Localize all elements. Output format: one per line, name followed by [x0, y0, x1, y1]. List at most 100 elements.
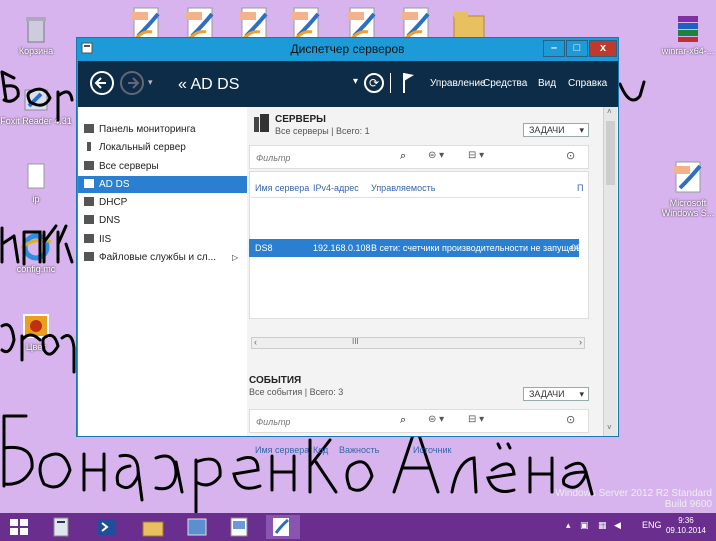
- taskbar-app[interactable]: [182, 515, 216, 539]
- save-query-icon[interactable]: ⊟ ▾: [468, 414, 484, 425]
- minimize-button[interactable]: –: [543, 40, 565, 57]
- sidebar-item-dns[interactable]: DNS: [78, 212, 247, 229]
- scroll-up-icon[interactable]: ˄: [607, 107, 612, 116]
- header-divider: [390, 73, 391, 93]
- events-table: [249, 435, 589, 436]
- sidebar-item-file-services[interactable]: Файловые службы и сл... ▷: [78, 249, 247, 266]
- search-icon[interactable]: ⌕: [400, 150, 406, 163]
- scroll-right-icon[interactable]: ›: [579, 337, 582, 347]
- servers-tasks-dropdown[interactable]: ЗАДАЧИ ▾: [523, 123, 589, 137]
- refresh-button[interactable]: ⟳: [364, 73, 384, 93]
- events-filter-bar: ⌕ ⊜ ▾ ⊟ ▾ ⊙: [249, 409, 589, 433]
- expand-panel-icon[interactable]: ⊙: [566, 413, 575, 426]
- sidebar-item-label: AD DS: [99, 179, 130, 190]
- scroll-thumb[interactable]: [606, 121, 615, 185]
- servers-icon: [84, 161, 94, 170]
- recycle-bin-desktop-icon[interactable]: Корзина: [0, 14, 72, 56]
- config-desktop-icon[interactable]: config.mc: [0, 232, 72, 274]
- start-button[interactable]: [4, 515, 38, 539]
- taskbar-explorer[interactable]: [138, 515, 172, 539]
- taskbar-pdf[interactable]: [266, 515, 300, 539]
- column-header-manageability[interactable]: Управляемость: [371, 183, 435, 193]
- window-titlebar[interactable]: Диспетчер серверов – □ x: [77, 38, 618, 60]
- back-button[interactable]: [90, 71, 114, 95]
- events-tasks-dropdown[interactable]: ЗАДАЧИ ▾: [523, 387, 589, 401]
- menu-help[interactable]: Справка: [568, 78, 607, 89]
- dhcp-icon: [84, 197, 94, 206]
- volume-icon[interactable]: ◀: [614, 520, 621, 531]
- column-header-severity[interactable]: Важность: [339, 445, 379, 455]
- sidebar-item-iis[interactable]: IIS: [78, 231, 247, 248]
- close-button[interactable]: x: [589, 40, 617, 57]
- column-header-extra[interactable]: П: [577, 183, 583, 193]
- scroll-grip-icon[interactable]: III: [352, 337, 359, 346]
- clock[interactable]: 9:36 09.10.2014: [666, 516, 706, 536]
- dashboard-icon: [84, 124, 94, 133]
- arrow-left-icon: [94, 77, 106, 89]
- expand-panel-icon[interactable]: ⊙: [566, 149, 575, 162]
- column-header-server-name[interactable]: Имя сервера: [255, 183, 309, 193]
- tray-expand-icon[interactable]: ▴: [566, 520, 571, 531]
- desktop-icon-label: Цвет: [25, 342, 47, 352]
- iis-icon: [84, 234, 94, 243]
- list-options-icon[interactable]: ⊜ ▾: [428, 414, 444, 425]
- ip-file-desktop-icon[interactable]: ip: [0, 162, 72, 204]
- sidebar-item-label: DNS: [99, 215, 121, 226]
- notifications-flag-icon[interactable]: [402, 71, 416, 95]
- color-image-desktop-icon[interactable]: Цвет: [0, 312, 72, 352]
- events-filter-input[interactable]: [256, 414, 406, 430]
- server-manager-window[interactable]: Диспетчер серверов – □ x ▾ « AD DS ▾ ⟳ У…: [76, 37, 619, 455]
- servers-filter-input[interactable]: [256, 150, 406, 166]
- recycle-bin-icon: [26, 17, 46, 43]
- breadcrumb-dropdown-icon[interactable]: ▾: [353, 76, 358, 87]
- desktop-icon-label: Корзина: [18, 46, 54, 56]
- language-indicator[interactable]: ENG: [642, 520, 662, 530]
- table-row[interactable]: DS8 192.168.0.108 В сети: счетчики произ…: [249, 239, 579, 257]
- servers-panel-subtitle: Все серверы | Всего: 1: [275, 126, 370, 136]
- sidebar-item-dhcp[interactable]: DHCP: [78, 194, 247, 211]
- vertical-scrollbar[interactable]: ˄ ˅: [603, 107, 617, 436]
- taskbar-server-manager[interactable]: [46, 515, 80, 539]
- list-options-icon[interactable]: ⊜ ▾: [428, 150, 444, 161]
- expand-arrow-icon[interactable]: ▷: [232, 249, 238, 266]
- horizontal-scrollbar[interactable]: ‹ III ›: [251, 337, 585, 349]
- scroll-left-icon[interactable]: ‹: [254, 337, 257, 347]
- cell-extra: 09: [571, 243, 579, 253]
- scroll-down-icon[interactable]: ˅: [607, 423, 612, 432]
- taskbar-viewer[interactable]: [224, 515, 258, 539]
- sidebar-item-ad-ds[interactable]: AD DS: [78, 176, 247, 193]
- microsoft-pdf-desktop-icon[interactable]: Microsoft Windows S...: [652, 160, 716, 218]
- sidebar-item-local-server[interactable]: Локальный сервер: [78, 139, 247, 156]
- clock-date: 09.10.2014: [665, 526, 706, 535]
- network-icon[interactable]: ▦: [598, 520, 607, 531]
- column-header-source[interactable]: Источник: [413, 445, 451, 455]
- tray-app-icon[interactable]: ▣: [580, 520, 589, 531]
- foxit-reader-desktop-icon[interactable]: Foxit Reader 4.31: [0, 86, 72, 126]
- clock-time: 9:36: [678, 516, 694, 525]
- desktop-icon-label: config.mc: [16, 264, 56, 274]
- breadcrumb: « AD DS: [178, 76, 240, 93]
- maximize-button[interactable]: □: [566, 40, 588, 57]
- sidebar-item-dashboard[interactable]: Панель мониторинга: [78, 121, 247, 138]
- sidebar-item-all-servers[interactable]: Все серверы: [78, 158, 247, 175]
- column-header-code[interactable]: Код: [313, 445, 328, 455]
- pdf-file-icon: [674, 161, 702, 193]
- history-dropdown-icon[interactable]: ▾: [148, 77, 153, 88]
- search-icon[interactable]: ⌕: [400, 414, 406, 427]
- cell-server-name: DS8: [255, 243, 273, 253]
- winrar-desktop-icon[interactable]: winrar-x64-...: [652, 14, 716, 56]
- menu-view[interactable]: Вид: [538, 78, 556, 89]
- column-header-ipv4[interactable]: IPv4-адрес: [313, 183, 359, 193]
- os-build-text: Build 9600: [664, 499, 712, 510]
- server-icon: [87, 142, 91, 151]
- events-panel-title: СОБЫТИЯ: [249, 375, 302, 386]
- document-viewer-icon: [230, 517, 248, 537]
- forward-button[interactable]: [120, 71, 144, 95]
- menu-tools[interactable]: Средства: [483, 78, 527, 89]
- navigation-sidebar: Панель мониторинга Локальный сервер Все …: [78, 107, 247, 436]
- menu-manage[interactable]: Управление: [430, 78, 486, 89]
- taskbar-powershell[interactable]: [92, 515, 126, 539]
- os-edition-text: Windows Server 2012 R2 Standard: [555, 488, 712, 499]
- column-header-server-name[interactable]: Имя сервера: [255, 445, 309, 455]
- save-query-icon[interactable]: ⊟ ▾: [468, 150, 484, 161]
